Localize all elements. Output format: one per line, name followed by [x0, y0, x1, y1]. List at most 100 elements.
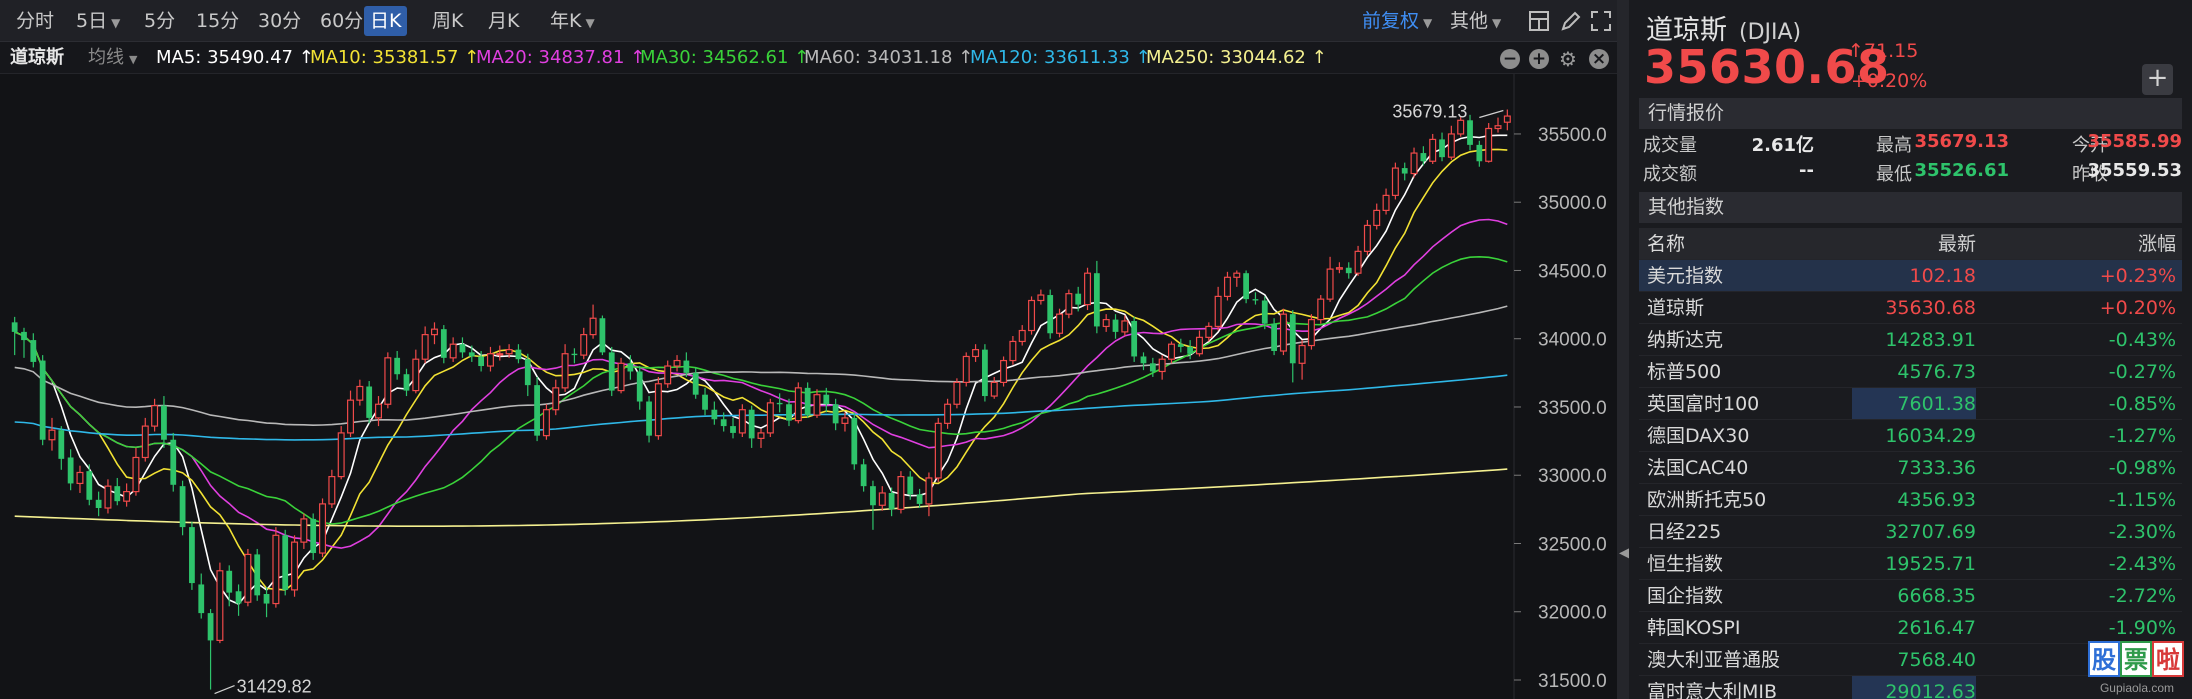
- header-price[interactable]: 最新: [1938, 228, 1976, 260]
- kline-chart[interactable]: 31500.0 32000.0 32500.0 33000.0 33500.0 34000…: [0, 74, 1617, 699]
- index-name-cell: 日经225: [1647, 521, 1722, 543]
- layout-icon[interactable]: [1527, 9, 1551, 33]
- panel-divider[interactable]: [1617, 0, 1629, 699]
- table-row[interactable]: 英国富时100 7601.38 -0.85%: [1639, 388, 2182, 420]
- candle-body-up: [962, 355, 970, 384]
- plus-icon[interactable]: +: [1529, 49, 1549, 69]
- minus-icon[interactable]: −: [1500, 49, 1520, 69]
- close-icon[interactable]: ×: [1589, 49, 1609, 69]
- candle-body-up: [104, 485, 112, 509]
- candle: [1167, 341, 1175, 364]
- candle-body-down: [1093, 273, 1100, 327]
- candle-body-up: [272, 534, 280, 605]
- line-type-label: 均线: [88, 47, 124, 68]
- candle: [421, 326, 429, 364]
- header-change[interactable]: 涨幅: [2138, 228, 2176, 260]
- table-row[interactable]: 恒生指数 19525.71 -2.43%: [1639, 548, 2182, 580]
- line-type-dropdown[interactable]: 均线 ▼: [88, 45, 137, 71]
- fullscreen-icon[interactable]: [1589, 9, 1613, 33]
- timeframe-tab-1[interactable]: 5日 ▼: [70, 6, 126, 36]
- stat-value: 35585.99: [2087, 131, 2182, 152]
- candle-body-up: [1335, 267, 1343, 270]
- candle-body-down: [823, 394, 830, 405]
- candle: [1093, 260, 1100, 334]
- header-name[interactable]: 名称: [1647, 228, 1685, 260]
- timeframe-tab-0[interactable]: 分时: [10, 6, 60, 36]
- candle-body-up: [1279, 313, 1287, 352]
- index-name-cell: 标普500: [1647, 361, 1722, 383]
- candle-body-up: [1429, 138, 1437, 162]
- candle: [786, 398, 792, 427]
- candle: [925, 472, 933, 517]
- candle: [730, 417, 736, 439]
- candle-body-up: [738, 409, 746, 434]
- candle-body-up: [972, 349, 980, 358]
- table-row[interactable]: 日经225 32707.69 -2.30%: [1639, 516, 2182, 548]
- table-row[interactable]: 法国CAC40 7333.36 -0.98%: [1639, 452, 2182, 484]
- candle-body-up: [496, 353, 504, 356]
- candle: [990, 376, 998, 399]
- timeframe-tab-label: 60分: [320, 10, 364, 32]
- candle-body-up: [328, 475, 336, 505]
- table-row[interactable]: 欧洲斯托克50 4356.93 -1.15%: [1639, 484, 2182, 516]
- collapse-arrow-icon[interactable]: ◀: [1619, 545, 1630, 565]
- candle-body-down: [571, 353, 578, 356]
- timeframe-tab-9[interactable]: 年K ▼: [544, 6, 601, 36]
- candle-body-down: [870, 486, 876, 506]
- chart-panel: 分时 5日 ▼ 5分 15分 30分 60分 日K 周K 月K 年K ▼ 前复权 ▼ 其他 ▼ 道琼斯 均线 ▼ M…: [0, 0, 1617, 699]
- candle: [366, 381, 373, 424]
- candle: [403, 368, 410, 397]
- candle: [198, 573, 205, 619]
- candle-body-up: [375, 403, 382, 419]
- candle-body-up: [878, 492, 886, 506]
- candle: [1102, 314, 1110, 332]
- table-row[interactable]: 道琼斯 35630.68 +0.20%: [1639, 292, 2182, 324]
- index-price-cell: 14283.91: [1885, 329, 1976, 351]
- adjust-dropdown[interactable]: 前复权 ▼: [1356, 6, 1438, 36]
- candle-body-up: [953, 381, 961, 405]
- timeframe-tab-6[interactable]: 日K: [364, 6, 408, 36]
- candle-body-up: [1167, 343, 1175, 360]
- candle: [804, 382, 811, 418]
- candle-body-down: [982, 349, 988, 397]
- kline-svg[interactable]: 31500.0 32000.0 32500.0 33000.0 33500.0 34000…: [0, 74, 1617, 699]
- timeframe-tab-5[interactable]: 60分: [314, 6, 369, 36]
- candle-body-up: [337, 432, 345, 478]
- candle-body-down: [1252, 299, 1259, 301]
- timeframe-tab-7[interactable]: 周K: [426, 6, 469, 36]
- table-row[interactable]: 美元指数 102.18 +0.23%: [1639, 260, 2182, 292]
- candle: [897, 471, 905, 514]
- candle-body-up: [123, 491, 131, 502]
- candle-body-down: [1271, 323, 1277, 352]
- candle: [766, 398, 774, 438]
- price-change-pct: +0.20%: [1851, 70, 1928, 92]
- candle: [11, 316, 18, 356]
- timeframe-tab-2[interactable]: 5分: [138, 6, 181, 36]
- candle: [982, 344, 988, 402]
- table-row[interactable]: 德国DAX30 16034.29 -1.27%: [1639, 420, 2182, 452]
- ma-legend-2: MA20: 34837.81 ↑: [476, 47, 646, 68]
- watermark-logo: 股票啦 Gupiaola.com: [2088, 641, 2184, 695]
- table-row[interactable]: 标普500 4576.73 -0.27%: [1639, 356, 2182, 388]
- candle-body-down: [1140, 356, 1147, 364]
- index-price-cell: 16034.29: [1885, 425, 1976, 447]
- timeframe-tab-3[interactable]: 15分: [190, 6, 245, 36]
- table-row[interactable]: 国企指数 6668.35 -2.72%: [1639, 580, 2182, 612]
- draw-icon[interactable]: [1559, 9, 1583, 33]
- timeframe-tab-8[interactable]: 月K: [482, 6, 525, 36]
- add-watchlist-button[interactable]: +: [2142, 64, 2173, 95]
- candle: [375, 396, 382, 427]
- timeframe-tab-4[interactable]: 30分: [252, 6, 307, 36]
- gear-icon[interactable]: ⚙: [1558, 49, 1578, 69]
- other-dropdown[interactable]: 其他 ▼: [1444, 6, 1507, 36]
- candle: [552, 379, 560, 416]
- candle: [337, 426, 345, 480]
- candle: [216, 562, 224, 644]
- table-row[interactable]: 纳斯达克 14283.91 -0.43%: [1639, 324, 2182, 356]
- candle-body-down: [832, 404, 839, 424]
- candle-body-up: [1102, 319, 1110, 328]
- candle-body-down: [730, 426, 736, 433]
- candle-body-up: [617, 362, 625, 392]
- index-name-cell: 富时意大利MIB: [1647, 681, 1778, 699]
- timeframe-tab-label: 周K: [432, 10, 464, 32]
